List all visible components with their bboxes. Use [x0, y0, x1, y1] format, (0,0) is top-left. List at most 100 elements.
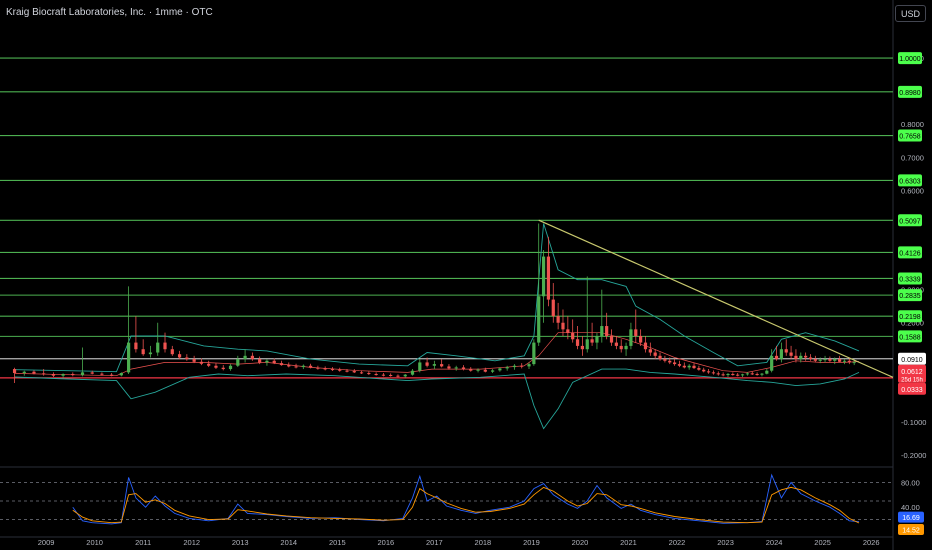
candle-body — [265, 360, 269, 363]
level-label: 0.4126 — [899, 250, 921, 257]
candle-body — [359, 372, 364, 374]
candle-body — [658, 355, 662, 360]
candle-body — [842, 360, 847, 362]
candle-body — [833, 359, 837, 361]
candle-body — [148, 352, 153, 355]
candle-body — [469, 369, 473, 371]
candle-body — [110, 374, 114, 376]
candle-body — [287, 365, 291, 367]
x-tick-label: 2023 — [717, 538, 734, 547]
candle-body — [381, 374, 386, 376]
x-tick-label: 2009 — [38, 538, 55, 547]
candle-body — [770, 355, 774, 371]
x-tick-label: 2021 — [620, 538, 637, 547]
candle-body — [537, 296, 541, 343]
level-label: 0.6303 — [899, 178, 921, 185]
level-label: 0.5097 — [899, 218, 921, 225]
candle-body — [706, 371, 711, 373]
price-label: 0.0612 — [901, 369, 923, 376]
price-label: 0.0910 — [901, 357, 923, 364]
candle-body — [692, 365, 696, 369]
candle-body — [609, 335, 614, 343]
candle-body — [141, 349, 145, 355]
candle-body — [491, 370, 495, 372]
candle-body — [185, 357, 189, 360]
candle-body — [42, 373, 46, 375]
candle-body — [22, 371, 26, 374]
candle-body — [345, 370, 349, 372]
candle-body — [847, 360, 851, 363]
y-tick-label: 0.6000 — [901, 186, 924, 195]
candle-body — [765, 370, 769, 374]
x-tick-label: 2017 — [426, 538, 443, 547]
x-tick-label: 2011 — [135, 538, 151, 547]
x-tick-label: 2012 — [183, 538, 200, 547]
level-label: 0.1588 — [899, 334, 921, 341]
candle-body — [580, 345, 584, 350]
candle-body — [207, 363, 211, 366]
candle-body — [653, 352, 657, 356]
candle-body — [648, 349, 652, 353]
x-tick-label: 2025 — [814, 538, 831, 547]
candle-body — [228, 365, 233, 370]
candle-body — [476, 369, 480, 371]
rsi-value-label: 14.52 — [902, 527, 920, 534]
candle-body — [556, 316, 560, 323]
candle-body — [498, 368, 502, 371]
candle-body — [338, 369, 342, 371]
candle-body — [643, 342, 648, 350]
candle-body — [323, 368, 327, 370]
candle-body — [575, 339, 580, 346]
candle-body — [316, 367, 320, 369]
candle-body — [243, 355, 247, 360]
rsi-tick-label: 80.00 — [901, 478, 920, 487]
x-tick-label: 2010 — [86, 538, 103, 547]
y-tick-label: -0.2000 — [901, 451, 926, 460]
candle-body — [585, 339, 589, 350]
candle-body — [750, 373, 754, 375]
candle-body — [755, 374, 759, 376]
candle-body — [32, 371, 36, 374]
candle-body — [119, 373, 123, 376]
candle-body — [571, 332, 575, 340]
candle-body — [852, 362, 856, 364]
rsi-value-label: 16.69 — [902, 515, 920, 522]
candle-body — [301, 365, 305, 368]
candle-body — [374, 374, 378, 376]
candle-body — [677, 364, 682, 366]
candle-body — [352, 371, 356, 373]
candle-body — [551, 299, 555, 317]
y-tick-label: 0.8000 — [901, 120, 924, 129]
x-tick-label: 2024 — [766, 538, 783, 547]
candle-body — [440, 364, 444, 367]
candle-body — [673, 362, 677, 365]
candle-body — [629, 329, 633, 346]
currency-button[interactable]: USD — [895, 5, 926, 22]
candle-body — [532, 342, 536, 365]
candle-body — [779, 349, 783, 360]
candle-body — [600, 326, 604, 336]
candle-body — [813, 359, 817, 361]
x-tick-label: 2019 — [523, 538, 540, 547]
candle-body — [170, 349, 174, 355]
rsi-tick-label: 40.00 — [901, 503, 920, 512]
candle-body — [745, 373, 750, 375]
candle-body — [838, 359, 842, 362]
candle-body — [614, 342, 618, 346]
candle-body — [566, 329, 570, 333]
candle-body — [619, 345, 623, 350]
candle-body — [51, 374, 55, 376]
candle-body — [794, 355, 798, 360]
x-tick-label: 2026 — [863, 538, 880, 547]
candle-body — [799, 355, 803, 360]
candle-body — [236, 359, 240, 366]
candle-body — [90, 372, 94, 374]
candle-body — [410, 370, 415, 375]
candle-body — [634, 329, 638, 336]
candle-body — [279, 363, 284, 366]
candle-body — [546, 256, 551, 300]
x-tick-label: 2015 — [329, 538, 346, 547]
candle-body — [527, 364, 531, 367]
price-chart[interactable]: 1.00000.80000.70000.60000.30000.20000.00… — [0, 0, 932, 550]
level-label: 0.8980 — [899, 90, 921, 97]
